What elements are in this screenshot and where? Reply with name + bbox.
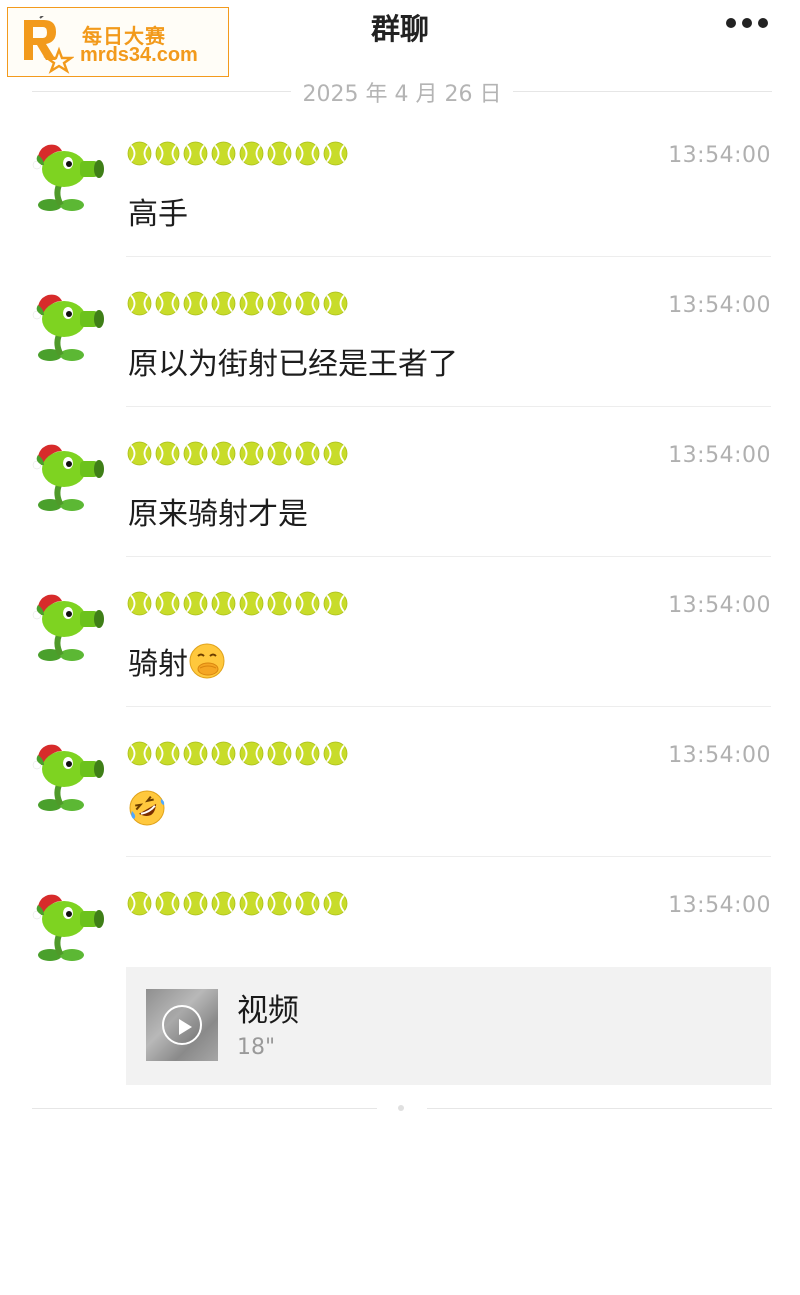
tennis-ball-icon [323, 291, 348, 316]
tennis-ball-icon [295, 891, 320, 916]
peashooter-avatar-icon[interactable] [28, 139, 106, 217]
message-separator [126, 256, 771, 257]
video-thumbnail[interactable] [146, 989, 218, 1061]
tennis-ball-icon [267, 441, 292, 466]
tennis-ball-icon [267, 741, 292, 766]
message-time: 13:54:00 [668, 593, 771, 618]
tennis-ball-icon [295, 591, 320, 616]
hand-over-mouth-emoji-icon [189, 643, 225, 679]
message-text: 原以为街射已经是王者了 [128, 339, 458, 383]
sender-name[interactable] [127, 591, 348, 621]
message-text: 原来骑射才是 [128, 489, 308, 533]
message-separator [126, 406, 771, 407]
tennis-ball-icon [211, 141, 236, 166]
tennis-ball-icon [211, 891, 236, 916]
sender-name[interactable] [127, 741, 348, 771]
message-time: 13:54:00 [668, 443, 771, 468]
message-text-content: 原来骑射才是 [128, 497, 308, 532]
chat-title: 群聊 [370, 12, 429, 46]
message-separator [126, 856, 771, 857]
tennis-ball-icon [323, 741, 348, 766]
tennis-ball-icon [183, 441, 208, 466]
tennis-ball-icon [239, 291, 264, 316]
message-text-content: 骑射 [128, 647, 188, 682]
tennis-ball-icon [155, 741, 180, 766]
tennis-ball-icon [155, 291, 180, 316]
tennis-ball-icon [127, 741, 152, 766]
tennis-ball-icon [211, 441, 236, 466]
play-icon[interactable] [162, 1005, 202, 1045]
chat-message: 13:54:00 原以为街射已经是王者了 [0, 289, 800, 399]
sender-name[interactable] [127, 141, 348, 171]
tennis-ball-icon [127, 441, 152, 466]
sender-name[interactable] [127, 891, 348, 921]
tennis-ball-icon [239, 741, 264, 766]
peashooter-avatar-icon[interactable] [28, 889, 106, 967]
date-label: 2025 年 4 月 26 日 [290, 82, 514, 107]
tennis-ball-icon [295, 141, 320, 166]
date-divider: 2025 年 4 月 26 日 [32, 76, 772, 107]
peashooter-avatar-icon[interactable] [28, 439, 106, 517]
tennis-ball-icon [323, 141, 348, 166]
tennis-ball-icon [211, 591, 236, 616]
tennis-ball-icon [127, 291, 152, 316]
video-duration: 18" [237, 1035, 276, 1060]
chat-message: 13:54:00 原来骑射才是 [0, 439, 800, 549]
chat-message: 13:54:00 [0, 739, 800, 849]
video-label: 视频 [237, 993, 299, 1029]
tennis-ball-icon [183, 591, 208, 616]
tennis-ball-icon [267, 591, 292, 616]
tennis-ball-icon [155, 591, 180, 616]
tennis-ball-icon [239, 141, 264, 166]
tennis-ball-icon [183, 141, 208, 166]
chat-message: 13:54:00 骑射 [0, 589, 800, 699]
tennis-ball-icon [295, 741, 320, 766]
message-text: 高手 [128, 189, 188, 233]
message-text-content: 高手 [128, 197, 188, 232]
tennis-ball-icon [183, 891, 208, 916]
message-time: 13:54:00 [668, 743, 771, 768]
tennis-ball-icon [127, 891, 152, 916]
tennis-ball-icon [183, 741, 208, 766]
tennis-ball-icon [267, 291, 292, 316]
chat-message: 13:54:00 视频 18" [0, 889, 800, 1099]
tennis-ball-icon [295, 291, 320, 316]
message-text-content: 原以为街射已经是王者了 [128, 347, 458, 382]
message-separator [126, 556, 771, 557]
tennis-ball-icon [323, 891, 348, 916]
message-text: 骑射 [128, 639, 226, 683]
video-card[interactable]: 视频 18" [126, 967, 771, 1085]
tennis-ball-icon [155, 441, 180, 466]
message-text [128, 789, 166, 827]
rolling-laughing-emoji-icon [129, 790, 165, 826]
tennis-ball-icon [127, 141, 152, 166]
tennis-ball-icon [239, 441, 264, 466]
tennis-ball-icon [211, 741, 236, 766]
tennis-ball-icon [155, 891, 180, 916]
tennis-ball-icon [155, 141, 180, 166]
tennis-ball-icon [127, 591, 152, 616]
tennis-ball-icon [183, 291, 208, 316]
sender-name[interactable] [127, 291, 348, 321]
sender-name[interactable] [127, 441, 348, 471]
message-separator [126, 706, 771, 707]
chat-message: 13:54:00 高手 [0, 139, 800, 249]
peashooter-avatar-icon[interactable] [28, 589, 106, 667]
tennis-ball-icon [239, 591, 264, 616]
message-time: 13:54:00 [668, 293, 771, 318]
tennis-ball-icon [323, 591, 348, 616]
tennis-ball-icon [295, 441, 320, 466]
more-dots-icon[interactable] [726, 18, 768, 30]
peashooter-avatar-icon[interactable] [28, 289, 106, 367]
message-time: 13:54:00 [668, 143, 771, 168]
end-divider [32, 1100, 772, 1116]
tennis-ball-icon [211, 291, 236, 316]
peashooter-avatar-icon[interactable] [28, 739, 106, 817]
message-time: 13:54:00 [668, 893, 771, 918]
tennis-ball-icon [267, 891, 292, 916]
tennis-ball-icon [267, 141, 292, 166]
tennis-ball-icon [323, 441, 348, 466]
tennis-ball-icon [239, 891, 264, 916]
